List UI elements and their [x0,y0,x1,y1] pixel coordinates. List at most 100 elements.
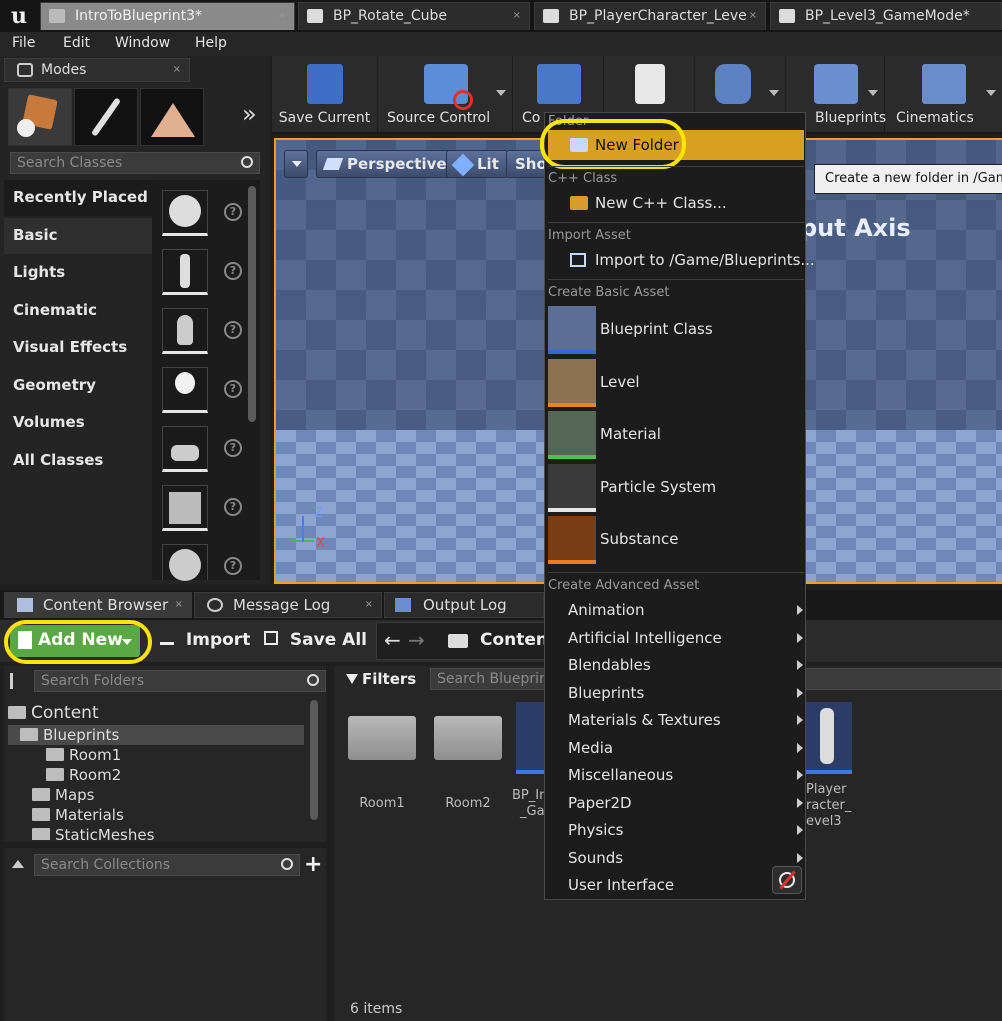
help-icon[interactable]: ? [224,439,242,457]
close-icon[interactable]: × [513,10,521,21]
materials-textures-item[interactable]: Materials & Textures [568,711,721,729]
category-visual-effects[interactable]: Visual Effects [4,330,152,366]
add-collection-icon[interactable]: + [304,852,322,877]
physics-item[interactable]: Physics [568,821,623,839]
document-tab-bar: u IntroToBlueprint3* × BP_Rotate_Cube × … [0,0,1002,32]
help-icon[interactable]: ? [224,262,242,280]
asset-bp-playercharacter[interactable] [806,702,852,774]
search-classes-input[interactable]: Search Classes [10,152,260,174]
asset-bp-introgamemode[interactable] [516,702,546,774]
help-icon[interactable]: ? [224,498,242,516]
tab-bp-playercharacter[interactable]: BP_PlayerCharacter_Leve × [534,2,766,30]
viewport-options-button[interactable] [284,150,308,178]
tree-toggle-icon[interactable] [10,673,30,689]
folder-icon [8,706,26,719]
tab-bp-level3-gamemode[interactable]: BP_Level3_GameMode* [770,2,1002,30]
chevron-down-icon[interactable] [986,90,996,96]
paper2d-item[interactable]: Paper2D [568,794,632,812]
close-icon[interactable]: × [175,599,183,610]
close-icon[interactable]: × [749,10,757,21]
blendables-item[interactable]: Blendables [568,656,651,674]
category-all-classes[interactable]: All Classes [4,443,152,479]
substance-item[interactable]: Substance [600,530,678,548]
menu-help[interactable]: Help [195,35,227,51]
folder-room1[interactable] [348,716,416,760]
new-cpp-class-item[interactable]: New C++ Class... [595,194,727,212]
menu-window[interactable]: Window [115,35,170,51]
tree-item-content[interactable]: Content [8,703,99,723]
close-icon[interactable]: × [365,599,373,610]
tab-introtoblueprint3[interactable]: IntroToBlueprint3* × [40,2,295,30]
category-lights[interactable]: Lights [4,255,152,291]
modes-tab[interactable]: Modes × [4,58,190,82]
tree-item-maps[interactable]: Maps [32,786,94,804]
forward-arrow-icon[interactable]: → [408,628,425,652]
material-item[interactable]: Material [600,425,661,443]
show-button[interactable]: Show [506,150,546,178]
actor-pawn[interactable] [162,308,208,354]
close-icon[interactable]: × [173,64,181,75]
level-item[interactable]: Level [600,373,640,391]
category-basic[interactable]: Basic [4,218,152,254]
search-collections-input[interactable]: Search Collections [34,854,300,876]
save-current-button[interactable]: Save Current [272,56,378,132]
tree-item-room1[interactable]: Room1 [46,746,121,764]
landscape-mode-button[interactable] [140,88,204,146]
tab-bp-rotate-cube[interactable]: BP_Rotate_Cube × [298,2,530,30]
search-folders-input[interactable]: Search Folders [34,670,326,692]
cinematics-button[interactable]: Cinematics [886,56,1002,132]
animation-item[interactable]: Animation [568,601,644,619]
category-geometry[interactable]: Geometry [4,368,152,404]
tree-item-blueprints[interactable]: Blueprints [20,726,119,744]
actor-point-light[interactable] [162,367,208,413]
actor-character[interactable] [162,249,208,295]
folder-room2[interactable] [434,716,502,760]
actor-cube[interactable] [162,485,208,531]
tab-content-browser[interactable]: Content Browser × [4,592,192,618]
chevron-down-icon[interactable] [496,90,506,96]
source-control-button[interactable]: Source Control [379,56,513,132]
artificial-intelligence-item[interactable]: Artificial Intelligence [568,629,722,647]
filters-button[interactable]: Filters [346,670,416,688]
actor-sphere[interactable] [162,544,208,581]
expand-modes-icon[interactable]: » [242,100,257,128]
particle-system-item[interactable]: Particle System [600,478,716,496]
tree-item-room2[interactable]: Room2 [46,766,121,784]
help-icon[interactable]: ? [224,321,242,339]
user-interface-item[interactable]: User Interface [568,876,674,894]
tab-message-log[interactable]: Message Log × [194,592,382,618]
help-icon[interactable]: ? [224,557,242,575]
blueprints-item[interactable]: Blueprints [568,684,644,702]
import-to-item[interactable]: Import to /Game/Blueprints... [595,251,815,269]
actor-empty-actor[interactable] [162,190,208,236]
chevron-down-icon[interactable] [769,90,779,96]
sounds-item[interactable]: Sounds [568,849,623,867]
help-icon[interactable]: ? [224,380,242,398]
save-all-button[interactable]: Save All [264,630,367,650]
tab-output-log[interactable]: Output Log [384,592,544,618]
refresh-icon[interactable] [772,866,802,894]
media-item[interactable]: Media [568,739,613,757]
category-recently-placed[interactable]: Recently Placed [4,180,152,216]
category-cinematic[interactable]: Cinematic [4,293,152,329]
collapse-icon[interactable] [12,860,24,868]
tree-item-materials[interactable]: Materials [32,806,124,824]
miscellaneous-item[interactable]: Miscellaneous [568,766,673,784]
actor-player-start[interactable] [162,426,208,472]
menu-edit[interactable]: Edit [63,35,90,51]
category-volumes[interactable]: Volumes [4,405,152,441]
scrollbar[interactable] [248,186,256,422]
blueprint-class-item[interactable]: Blueprint Class [600,320,713,338]
tree-item-staticmeshes[interactable]: StaticMeshes [32,826,154,840]
back-arrow-icon[interactable]: ← [384,628,401,652]
place-mode-button[interactable] [8,88,72,146]
import-button[interactable]: Import [160,630,250,650]
close-icon[interactable]: × [278,10,286,21]
perspective-button[interactable]: Perspective [316,150,456,178]
chevron-down-icon[interactable] [868,90,878,96]
lit-button[interactable]: Lit [446,150,508,178]
scrollbar[interactable] [310,700,318,820]
paint-mode-button[interactable] [74,88,138,146]
menu-file[interactable]: File [12,35,35,51]
help-icon[interactable]: ? [224,203,242,221]
